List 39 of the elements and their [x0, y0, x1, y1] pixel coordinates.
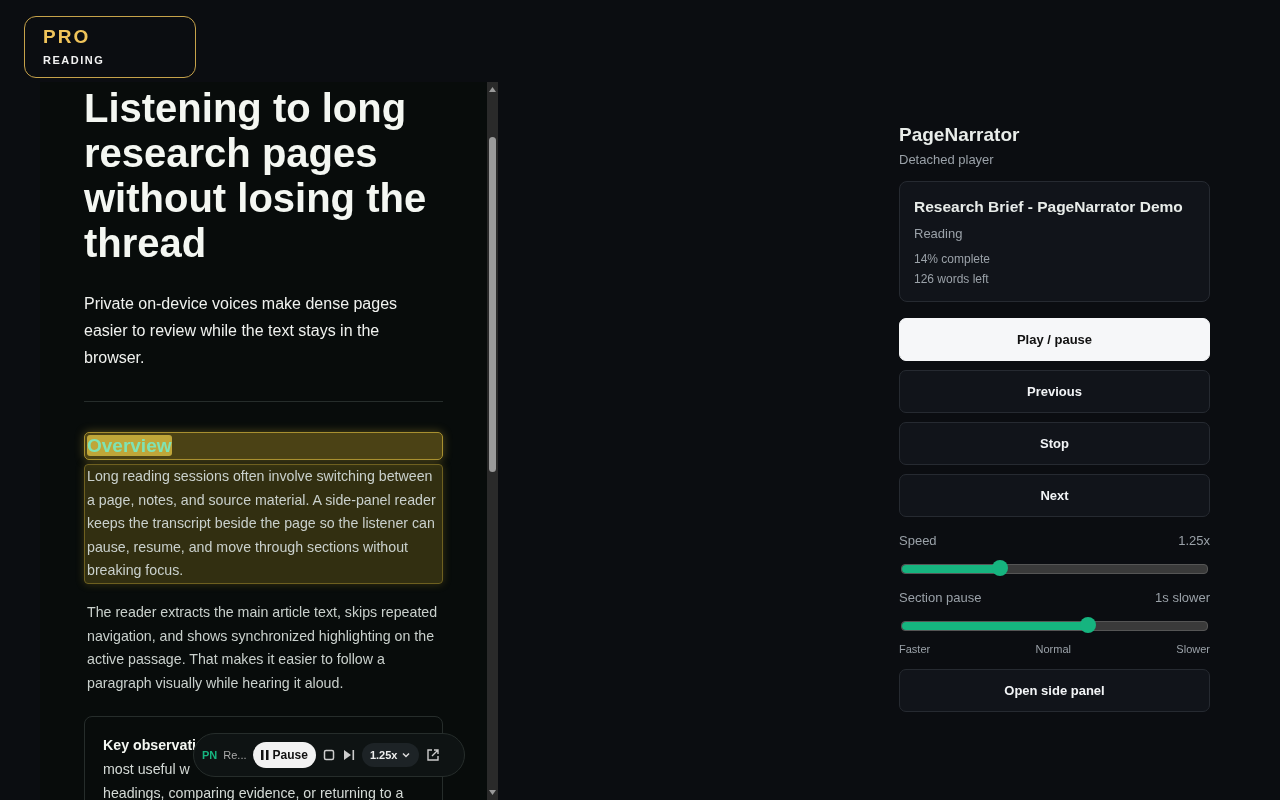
- progress-text: 14% complete: [914, 251, 992, 268]
- words-left-text: 126 words left: [914, 271, 990, 288]
- mini-player-title: Re...: [223, 749, 247, 761]
- reading-status: Reading: [914, 226, 964, 241]
- player-title: PageNarrator: [899, 124, 1021, 146]
- chevron-down-icon: [401, 750, 412, 760]
- slider-thumb[interactable]: [1080, 617, 1097, 633]
- player-subtitle: Detached player: [899, 152, 995, 167]
- callout-text: headings, comparing evidence, or returning to a: [103, 784, 404, 800]
- callout-text: Key observati: [103, 737, 197, 754]
- section-heading: Overview: [84, 432, 443, 460]
- pause-icon: [260, 750, 269, 760]
- slider-value: 1.25x: [1178, 533, 1210, 548]
- external-link-icon[interactable]: [425, 747, 442, 763]
- paragraph: Long reading sessions often involve switching between a page, notes, and source material. A side-panel reader keeps the transcript beside the page so the listener can pause, resume, and move through sections without breaking focus.: [84, 464, 443, 584]
- badge-title: PRO: [43, 26, 92, 48]
- player-button[interactable]: Next: [899, 474, 1210, 517]
- scale-label: Slower: [1176, 643, 1210, 655]
- paragraph: The reader extracts the main article text, skips repeated navigation, and shows synchronized highlighting on the active passage. That makes it easier to follow a paragraph visually while hearing it aloud.: [86, 602, 439, 693]
- slider-value: 1s slower: [1155, 590, 1210, 605]
- callout-text: most useful w: [103, 760, 190, 777]
- document-title: Research Brief - PageNarrator Demo: [914, 198, 1184, 216]
- player-button[interactable]: Play / pause: [899, 318, 1210, 361]
- player-button[interactable]: Previous: [899, 370, 1210, 413]
- article-title: Listening to long research pages without losing the thread: [84, 86, 428, 266]
- scale-label: Faster: [899, 643, 931, 655]
- open-side-panel-button[interactable]: Open side panel: [899, 669, 1210, 712]
- article-lead: Private on-device voices make dense pages easier to review while the text stays in the browser.: [84, 294, 399, 368]
- player-button[interactable]: Stop: [899, 422, 1210, 465]
- slider-label: Speed: [899, 533, 937, 548]
- skip-next-icon[interactable]: [341, 748, 356, 762]
- speed-select[interactable]: 1.25x: [361, 743, 420, 767]
- scale-label: Normal: [1035, 643, 1071, 655]
- stop-icon[interactable]: [321, 748, 336, 762]
- slider-thumb[interactable]: [991, 560, 1008, 576]
- player-logo: PN: [202, 749, 218, 761]
- pause-button[interactable]: Pause: [252, 742, 316, 768]
- slider-label: Section pause: [899, 590, 982, 605]
- badge-subtitle: READING: [43, 54, 106, 66]
